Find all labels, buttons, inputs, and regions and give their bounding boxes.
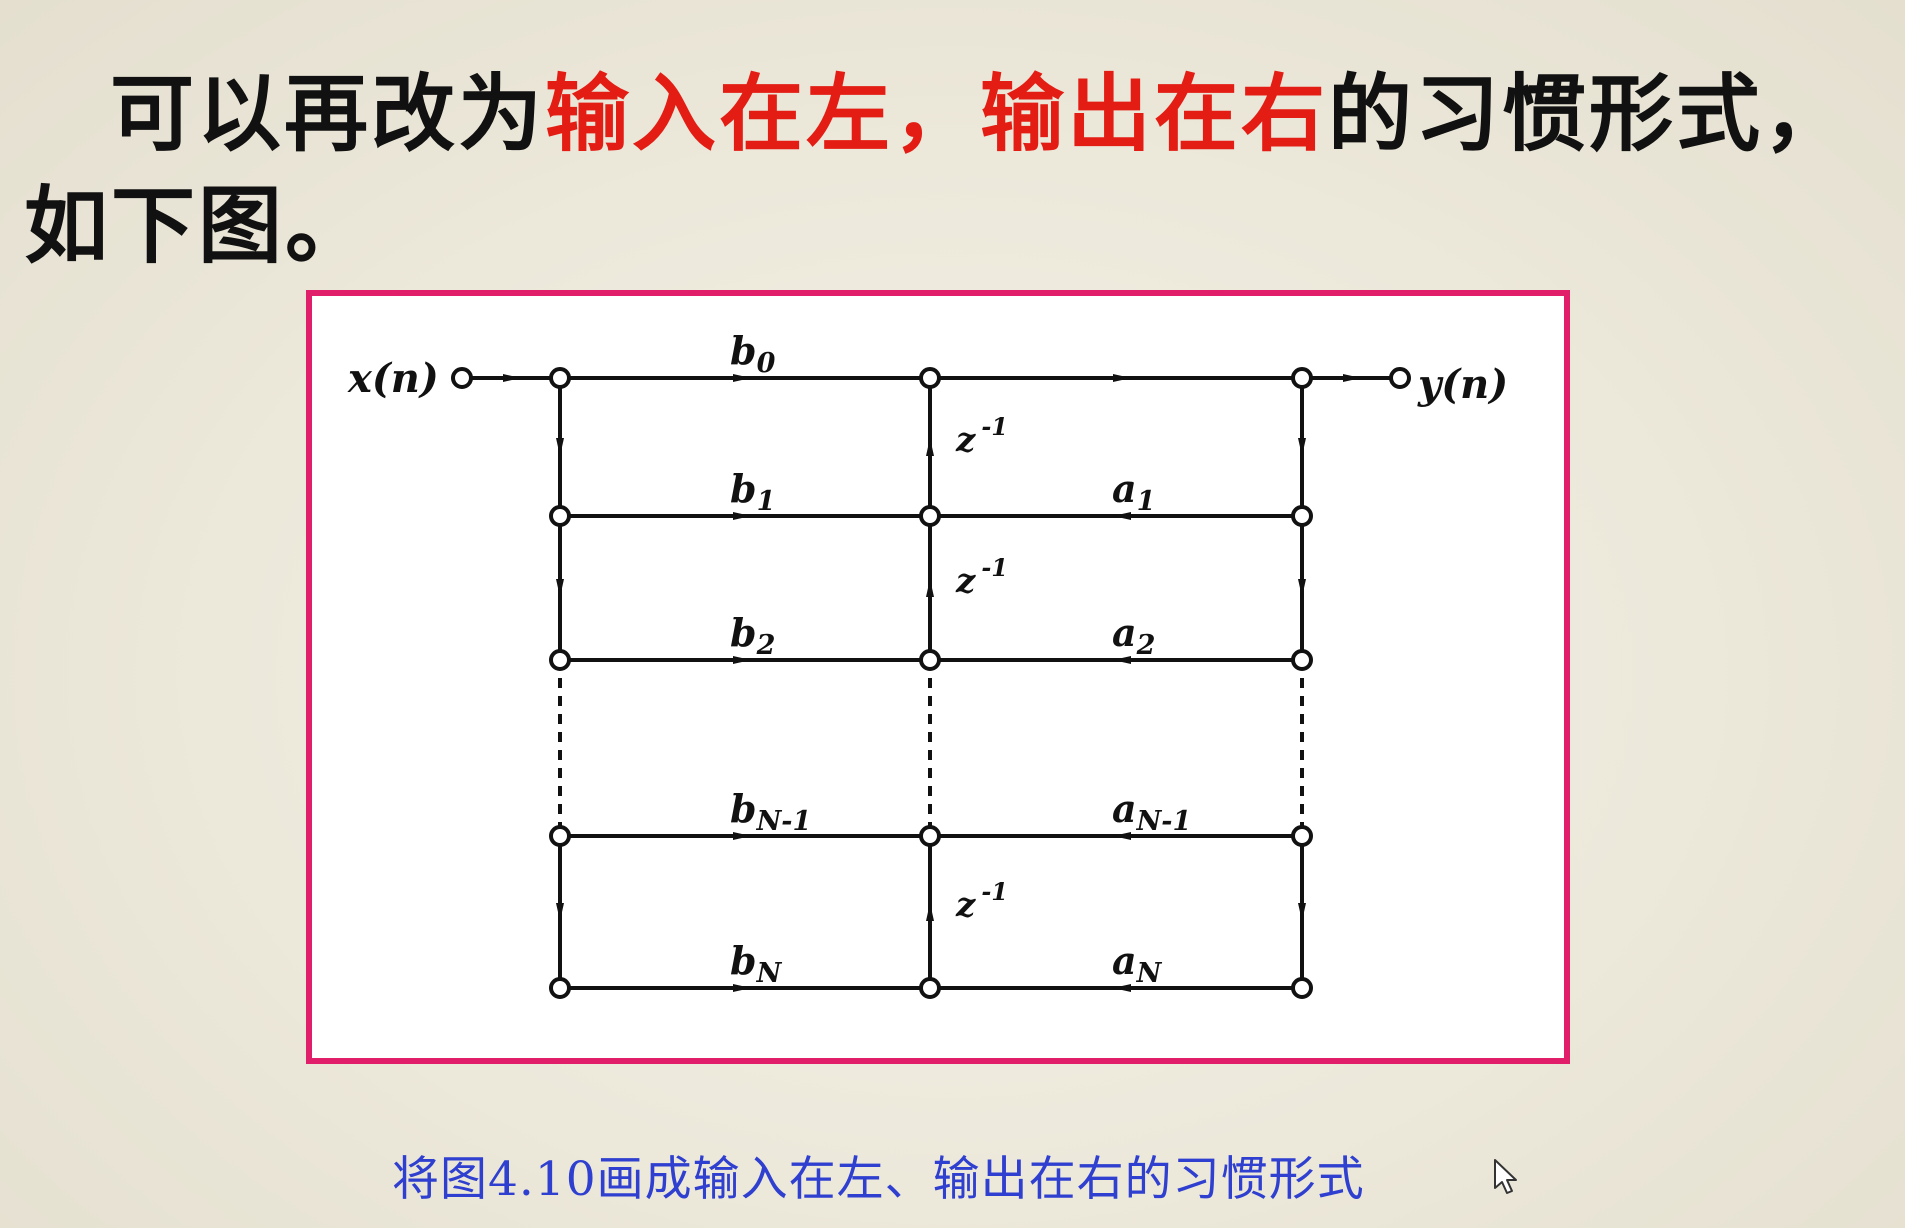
sum-to-output-arrow bbox=[1113, 374, 1131, 382]
delay-arrow bbox=[926, 438, 934, 456]
input-arrow bbox=[503, 374, 521, 382]
b-coefficient-label: b2 bbox=[730, 610, 775, 661]
input-node bbox=[451, 367, 473, 389]
feedback-arrow bbox=[1113, 984, 1131, 992]
feedback-arrow bbox=[1113, 656, 1131, 664]
a-coefficient-label: aN-1 bbox=[1112, 786, 1191, 837]
delay-label: z -1 bbox=[955, 412, 1008, 460]
b-coefficient-label: b0 bbox=[730, 328, 776, 379]
graph-node bbox=[919, 367, 941, 389]
input-distribution-arrow bbox=[556, 579, 564, 597]
graph-node bbox=[549, 649, 571, 671]
feedforward-arrow bbox=[733, 832, 751, 840]
feedforward-arrow bbox=[733, 374, 751, 382]
output-distribution-arrow bbox=[1298, 579, 1306, 597]
heading-highlight: 输入在左，输出在右 bbox=[545, 65, 1329, 163]
b-coefficient-label: b1 bbox=[730, 466, 775, 517]
input-distribution-arrow bbox=[556, 903, 564, 921]
a-coefficient-label: a2 bbox=[1112, 610, 1155, 661]
graph-node bbox=[549, 505, 571, 527]
a-coefficient-label: a1 bbox=[1112, 466, 1155, 517]
output-node bbox=[1389, 367, 1411, 389]
feedback-arrow bbox=[1113, 832, 1131, 840]
delay-arrow bbox=[926, 903, 934, 921]
signal-flow-graph: b0 b1 a1 b2 a2 bN-1 aN-1 bN aN z -1 z -1 z -1 x(n) y(n) bbox=[347, 328, 1508, 999]
graph-node bbox=[1291, 977, 1313, 999]
graph-node bbox=[919, 825, 941, 847]
delay-arrow bbox=[926, 579, 934, 597]
a-coefficient-label: aN bbox=[1112, 938, 1163, 989]
signal-flow-diagram-frame: b0 b1 a1 b2 a2 bN-1 aN-1 bN aN z -1 z -1 z -1 x(n) y(n) bbox=[306, 290, 1570, 1064]
slide-heading: 可以再改为输入在左，输出在右的习惯形式，如下图。 bbox=[24, 58, 1884, 282]
graph-node bbox=[1291, 825, 1313, 847]
output-distribution-arrow bbox=[1298, 438, 1306, 456]
b-coefficient-label: bN bbox=[730, 938, 783, 989]
feedforward-arrow bbox=[733, 512, 751, 520]
graph-node bbox=[919, 505, 941, 527]
graph-node bbox=[549, 367, 571, 389]
output-distribution-arrow bbox=[1298, 903, 1306, 921]
figure-caption: 将图4.10画成输入在左、输出在右的习惯形式 bbox=[392, 1152, 1365, 1207]
graph-node bbox=[549, 825, 571, 847]
input-signal-label: x(n) bbox=[347, 355, 439, 402]
feedback-arrow bbox=[1113, 512, 1131, 520]
b-coefficient-label: bN-1 bbox=[730, 786, 811, 837]
mouse-pointer-icon bbox=[1494, 1159, 1517, 1194]
output-signal-label: y(n) bbox=[1417, 361, 1508, 408]
delay-label: z -1 bbox=[955, 877, 1008, 925]
graph-node bbox=[549, 977, 571, 999]
graph-node bbox=[919, 977, 941, 999]
graph-node bbox=[1291, 505, 1313, 527]
graph-node bbox=[1291, 649, 1313, 671]
output-arrow bbox=[1343, 374, 1361, 382]
input-distribution-arrow bbox=[556, 438, 564, 456]
heading-text-1: 可以再改为 bbox=[110, 65, 546, 163]
feedforward-arrow bbox=[733, 984, 751, 992]
graph-node bbox=[919, 649, 941, 671]
delay-label: z -1 bbox=[955, 553, 1008, 601]
feedforward-arrow bbox=[733, 656, 751, 664]
graph-node bbox=[1291, 367, 1313, 389]
